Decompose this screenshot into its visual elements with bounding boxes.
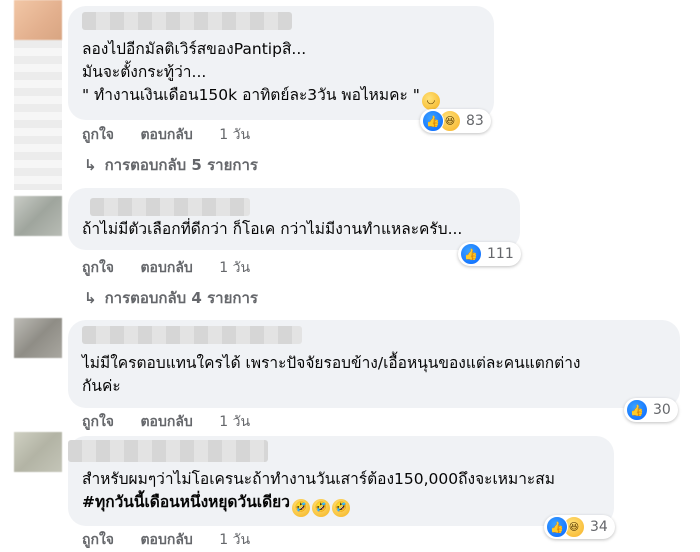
timestamp[interactable]: 1 วัน — [219, 127, 250, 143]
like-reaction-icon: 👍 — [460, 243, 482, 265]
timestamp[interactable]: 1 วัน — [219, 532, 250, 548]
comment-line-text: " ทำงานเงินเดือน150k อาทิตย์ละ3วัน พอไหม… — [82, 86, 420, 104]
comment-line: มันจะตั้งกระทู้ว่า... — [82, 63, 207, 81]
comment-actions: ถูกใจ ตอบกลับ 1 วัน — [82, 529, 250, 551]
rolling-on-floor-laughing-icon: 🤣 — [311, 499, 330, 517]
commenter-name[interactable] — [82, 326, 302, 344]
reply-link[interactable]: ตอบกลับ — [140, 260, 192, 276]
pensive-face-icon: ◡ — [421, 92, 440, 110]
like-reaction-icon: 👍 — [546, 516, 568, 538]
rolling-on-floor-laughing-icon: 🤣 — [331, 499, 350, 517]
avatar[interactable] — [14, 0, 62, 40]
comment-line: ถ้าไม่มีตัวเลือกที่ดีกว่า ก็โอเค กว่าไม่… — [82, 220, 463, 238]
view-replies-link[interactable]: ↳ การตอบกลับ 4 รายการ — [84, 286, 258, 310]
replies-label: การตอบกลับ 5 รายการ — [104, 156, 258, 174]
like-link[interactable]: ถูกใจ — [82, 532, 114, 548]
comment-text: ถ้าไม่มีตัวเลือกที่ดีกว่า ก็โอเค กว่าไม่… — [82, 218, 462, 241]
reaction-summary[interactable]: 👍 😆 34 — [544, 515, 615, 539]
commenter-name[interactable] — [82, 12, 292, 30]
comment-line: กันค่ะ — [82, 377, 121, 395]
commenter-name[interactable] — [68, 440, 268, 462]
avatar[interactable] — [14, 318, 62, 358]
reply-arrow-icon: ↳ — [84, 289, 97, 307]
avatar-blur-strip — [14, 40, 62, 190]
reaction-count: 83 — [466, 113, 484, 129]
timestamp[interactable]: 1 วัน — [219, 414, 250, 430]
rolling-on-floor-laughing-icon: 🤣 — [291, 499, 310, 517]
comment-line: สำหรับผมๆว่าไม่โอเครนะถ้าทำงานวันเสาร์ต้… — [82, 470, 555, 488]
comment-text: สำหรับผมๆว่าไม่โอเครนะถ้าทำงานวันเสาร์ต้… — [82, 468, 555, 517]
replies-label: การตอบกลับ 4 รายการ — [104, 289, 258, 307]
view-replies-link[interactable]: ↳ การตอบกลับ 5 รายการ — [84, 153, 258, 177]
comment-actions: ถูกใจ ตอบกลับ 1 วัน — [82, 411, 250, 433]
comment-actions: ถูกใจ ตอบกลับ 1 วัน — [82, 124, 250, 146]
like-reaction-icon: 👍 — [422, 110, 444, 132]
avatar[interactable] — [14, 196, 62, 236]
comment-actions: ถูกใจ ตอบกลับ 1 วัน — [82, 257, 250, 279]
reaction-summary[interactable]: 👍 111 — [458, 242, 521, 266]
like-link[interactable]: ถูกใจ — [82, 127, 114, 143]
comment-text: ลองไปอีกมัลติเวิร์สของPantipสิ... มันจะต… — [82, 38, 440, 110]
hashtag-link[interactable]: #ทุกวันนี้เดือนหนึ่งหยุดวันเดียว — [82, 493, 290, 511]
comment-line: ไม่มีใครตอบแทนใครได้ เพราะปัจจัยรอบข้าง/… — [82, 354, 581, 372]
like-link[interactable]: ถูกใจ — [82, 260, 114, 276]
like-reaction-icon: 👍 — [626, 399, 648, 421]
timestamp[interactable]: 1 วัน — [219, 260, 250, 276]
reply-link[interactable]: ตอบกลับ — [140, 127, 192, 143]
comment-text: ไม่มีใครตอบแทนใครได้ เพราะปัจจัยรอบข้าง/… — [82, 352, 581, 398]
reaction-summary[interactable]: 👍 😆 83 — [420, 109, 491, 133]
comment-line: #ทุกวันนี้เดือนหนึ่งหยุดวันเดียว 🤣 🤣 🤣 — [82, 491, 555, 517]
like-link[interactable]: ถูกใจ — [82, 414, 114, 430]
reply-link[interactable]: ตอบกลับ — [140, 532, 192, 548]
reaction-count: 34 — [590, 519, 608, 535]
comment-line: " ทำงานเงินเดือน150k อาทิตย์ละ3วัน พอไหม… — [82, 84, 440, 110]
reaction-summary[interactable]: 👍 30 — [624, 398, 678, 422]
reply-arrow-icon: ↳ — [84, 156, 97, 174]
reaction-count: 111 — [487, 246, 514, 262]
comment-line: ลองไปอีกมัลติเวิร์สของPantipสิ... — [82, 40, 307, 58]
reply-link[interactable]: ตอบกลับ — [140, 414, 192, 430]
commenter-name[interactable] — [90, 198, 250, 216]
avatar[interactable] — [14, 432, 62, 472]
reaction-count: 30 — [653, 402, 671, 418]
